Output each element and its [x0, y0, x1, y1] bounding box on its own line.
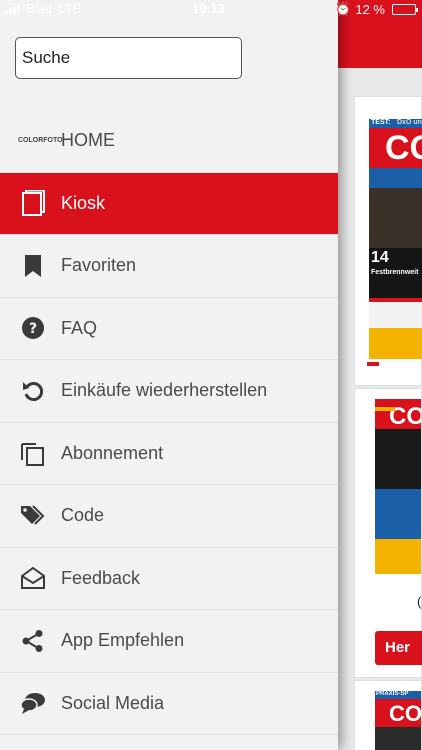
background-app: TEST: DxO un CO 14 Festbrennweit CO ( He…	[338, 0, 422, 750]
menu-item-restore[interactable]: Einkäufe wiederherstellen	[0, 360, 338, 423]
menu-item-label: FAQ	[61, 317, 98, 338]
menu-item-abonnement[interactable]: Abonnement	[0, 423, 338, 485]
menu-item-faq[interactable]: ? FAQ	[0, 298, 338, 360]
menu-item-label: Code	[61, 505, 105, 526]
menu-item-home[interactable]: COLORFOTO HOME	[0, 110, 338, 173]
menu-item-social-media[interactable]: Social Media	[0, 673, 338, 735]
magazine-card[interactable]: CO ( Her	[354, 388, 422, 678]
magazine-cover[interactable]: CO	[375, 399, 421, 574]
cover-logo: CO	[385, 129, 422, 167]
menu-item-label: HOME	[61, 130, 115, 151]
battery-icon	[392, 3, 418, 15]
copy-icon	[20, 440, 46, 467]
menu-item-code[interactable]: Code	[0, 485, 338, 548]
alarm-icon: ⏰	[335, 1, 352, 16]
share-icon	[20, 628, 46, 654]
cover-badge-text: Festbrennweit	[371, 269, 419, 276]
menu-item-label: Abonnement	[61, 442, 164, 463]
menu-item-label: Kiosk	[61, 192, 106, 213]
svg-text:?: ?	[29, 321, 37, 337]
colorfoto-logo: COLORFOTO	[18, 137, 63, 145]
cover-test-sub: DxO un	[397, 119, 422, 126]
price-text: (	[417, 594, 422, 609]
question-icon: ?	[20, 315, 46, 341]
menu-item-label: App Empfehlen	[61, 630, 185, 651]
status-right: ⏰ 12 %	[335, 1, 418, 17]
network-type: LTE	[58, 1, 81, 16]
status-bar: Blau LTE 10:13 ⏰ 12 %	[0, 0, 422, 18]
menu-item-label: Favoriten	[61, 255, 137, 276]
magazine-icon	[20, 190, 46, 217]
menu-item-label: Einkäufe wiederherstellen	[61, 380, 268, 401]
menu-item-favoriten[interactable]: Favoriten	[0, 235, 338, 298]
menu-item-feedback[interactable]: Feedback	[0, 548, 338, 610]
buy-button[interactable]: Her	[375, 631, 422, 665]
restore-icon	[20, 378, 46, 404]
cover-issue-badge: 14	[371, 249, 389, 266]
status-left: Blau LTE	[5, 1, 81, 16]
magazine-card[interactable]: PRAXIS-SP CO	[354, 680, 422, 750]
search-input[interactable]: Suche	[15, 37, 242, 79]
signal-icon	[5, 4, 20, 14]
carrier-name: Blau	[26, 1, 53, 16]
menu-item-label: Feedback	[61, 567, 141, 588]
magazine-card[interactable]: TEST: DxO un CO 14 Festbrennweit	[354, 96, 422, 386]
drawer-menu: COLORFOTO HOME Kiosk Favoriten ? FAQ Ein…	[0, 110, 338, 735]
cover-top-label: PRAXIS-SP	[376, 691, 409, 697]
magazine-cover[interactable]: TEST: DxO un CO 14 Festbrennweit	[369, 119, 422, 359]
tag-icon	[20, 503, 46, 529]
cover-logo: CO	[389, 701, 421, 726]
page-indicator	[367, 362, 379, 366]
envelope-open-icon	[20, 565, 46, 591]
clock: 10:13	[192, 1, 226, 16]
cover-test-label: TEST:	[371, 119, 391, 126]
menu-item-app-empfehlen[interactable]: App Empfehlen	[0, 610, 338, 673]
chat-icon	[20, 690, 46, 716]
battery-percent: 12 %	[355, 1, 385, 17]
bookmark-icon	[20, 253, 46, 279]
menu-item-label: Social Media	[61, 692, 165, 713]
navigation-drawer: Suche COLORFOTO HOME Kiosk Favoriten ? F…	[0, 0, 338, 750]
menu-item-kiosk[interactable]: Kiosk	[0, 172, 338, 235]
magazine-cover[interactable]: PRAXIS-SP CO	[375, 691, 421, 750]
